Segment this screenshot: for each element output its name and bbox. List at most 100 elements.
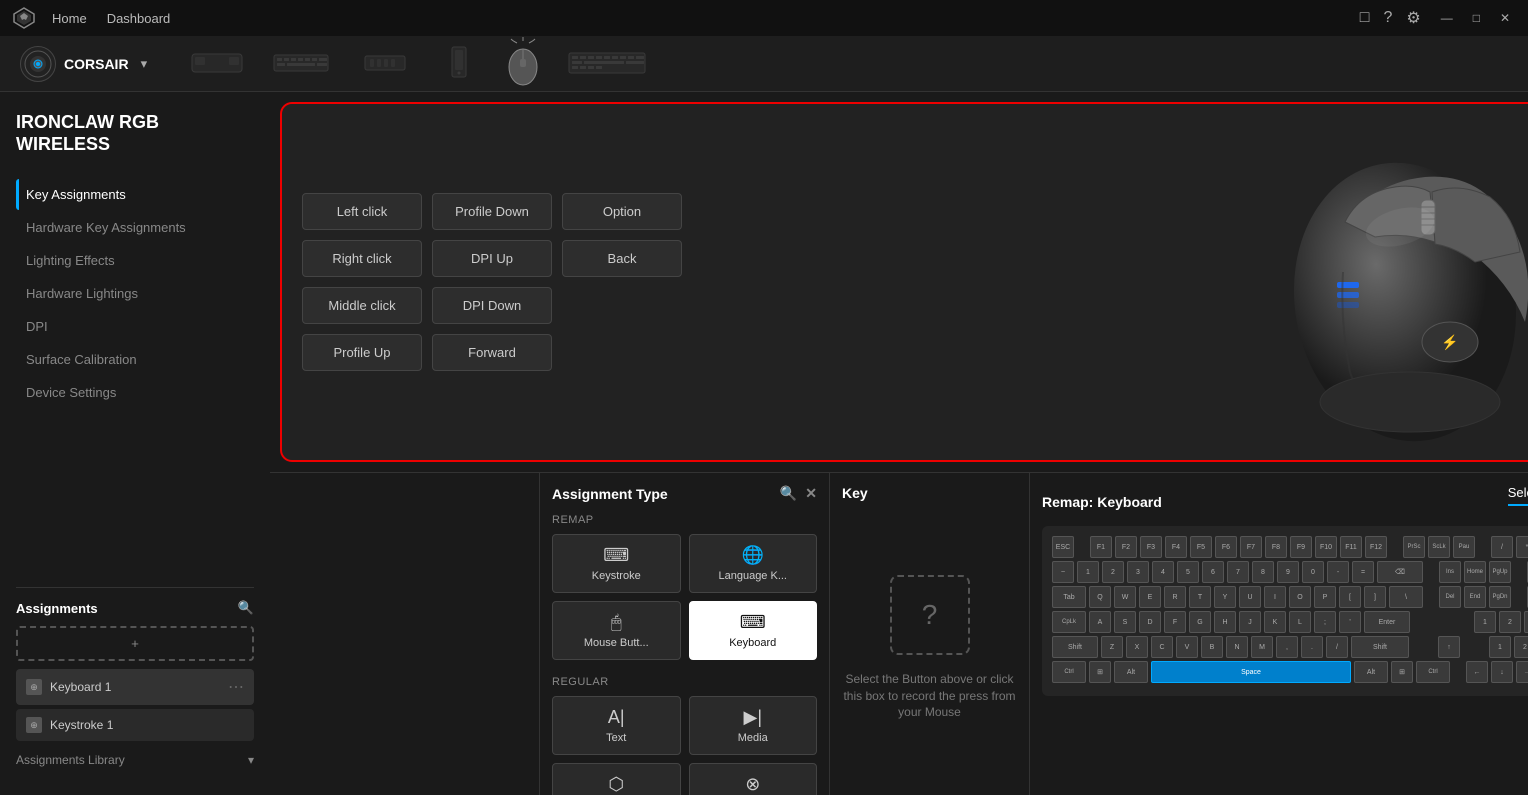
key-e[interactable]: E	[1139, 586, 1161, 608]
key-f7[interactable]: F7	[1240, 536, 1262, 558]
tab-selection[interactable]: Selection	[1508, 485, 1528, 506]
key-l[interactable]: L	[1289, 611, 1311, 633]
key-m[interactable]: M	[1251, 636, 1273, 658]
key-0[interactable]: 0	[1302, 561, 1324, 583]
sidebar-item-key-assignments[interactable]: Key Assignments	[16, 179, 254, 210]
nav-home[interactable]: Home	[52, 11, 87, 26]
key-tab[interactable]: Tab	[1052, 586, 1086, 608]
key-scrlk[interactable]: ScLk	[1428, 536, 1450, 558]
key-q[interactable]: Q	[1089, 586, 1111, 608]
key-c[interactable]: C	[1151, 636, 1173, 658]
device-mouse[interactable]	[503, 37, 543, 90]
settings-icon[interactable]: ⚙	[1406, 8, 1420, 28]
left-click-button[interactable]: Left click	[302, 193, 422, 230]
key-minus[interactable]: -	[1327, 561, 1349, 583]
profile-up-button[interactable]: Profile Up	[302, 334, 422, 371]
type-media[interactable]: ▶| Media	[689, 696, 818, 755]
key-del[interactable]: Del	[1439, 586, 1461, 608]
key-lbracket[interactable]: [	[1339, 586, 1361, 608]
key-capslock[interactable]: CpLk	[1052, 611, 1086, 633]
sidebar-item-hardware-lightings[interactable]: Hardware Lightings	[16, 278, 254, 309]
device-headset[interactable]	[187, 46, 247, 81]
device-hub[interactable]	[355, 46, 415, 81]
key-g[interactable]: G	[1189, 611, 1211, 633]
close-button[interactable]: ✕	[1494, 9, 1516, 27]
add-profile-button[interactable]: +	[16, 626, 254, 661]
key-j[interactable]: J	[1239, 611, 1261, 633]
sidebar-item-device-settings[interactable]: Device Settings	[16, 377, 254, 408]
key-9[interactable]: 9	[1277, 561, 1299, 583]
key-end[interactable]: End	[1464, 586, 1486, 608]
key-equals[interactable]: =	[1352, 561, 1374, 583]
profile-menu-icon[interactable]: ⋯	[228, 677, 244, 697]
device-keyboard-flat[interactable]	[271, 46, 331, 81]
key-nm2[interactable]: 2	[1499, 611, 1521, 633]
key-pgdn[interactable]: PgDn	[1489, 586, 1511, 608]
key-pgup[interactable]: PgUp	[1489, 561, 1511, 583]
key-nm1[interactable]: 1	[1474, 611, 1496, 633]
key-down[interactable]: ↓	[1491, 661, 1513, 683]
key-rbracket[interactable]: ]	[1364, 586, 1386, 608]
key-f12[interactable]: F12	[1365, 536, 1387, 558]
key-left[interactable]: ←	[1466, 661, 1488, 683]
key-nm-2[interactable]: 2	[1514, 636, 1528, 658]
sidebar-item-dpi[interactable]: DPI	[16, 311, 254, 342]
key-prtsc[interactable]: PrSc	[1403, 536, 1425, 558]
type-text[interactable]: A| Text	[552, 696, 681, 755]
key-enter[interactable]: Enter	[1364, 611, 1410, 633]
key-7[interactable]: 7	[1227, 561, 1249, 583]
key-nm-mul[interactable]: *	[1516, 536, 1528, 558]
key-f5[interactable]: F5	[1190, 536, 1212, 558]
type-keyboard[interactable]: ⌨ Keyboard	[689, 601, 818, 660]
key-f9[interactable]: F9	[1290, 536, 1312, 558]
key-a[interactable]: A	[1089, 611, 1111, 633]
key-pause[interactable]: Pau	[1453, 536, 1475, 558]
key-h[interactable]: H	[1214, 611, 1236, 633]
profile-down-button[interactable]: Profile Down	[432, 193, 552, 230]
key-u[interactable]: U	[1239, 586, 1261, 608]
key-nm-div[interactable]: /	[1491, 536, 1513, 558]
type-mouse-butt[interactable]: 🖱 Mouse Butt...	[552, 601, 681, 660]
key-rshift[interactable]: Shift	[1351, 636, 1409, 658]
key-5[interactable]: 5	[1177, 561, 1199, 583]
device-large-keyboard[interactable]	[567, 46, 647, 81]
key-f[interactable]: F	[1164, 611, 1186, 633]
key-lwin[interactable]: ⊞	[1089, 661, 1111, 683]
key-8[interactable]: 8	[1252, 561, 1274, 583]
key-o[interactable]: O	[1289, 586, 1311, 608]
key-up[interactable]: ↑	[1438, 636, 1460, 658]
key-t[interactable]: T	[1189, 586, 1211, 608]
key-nm3[interactable]: 3	[1524, 611, 1528, 633]
key-rwin[interactable]: ⊞	[1391, 661, 1413, 683]
key-f10[interactable]: F10	[1315, 536, 1337, 558]
type-language-k[interactable]: 🌐 Language K...	[689, 534, 818, 593]
profile-item-keystroke1[interactable]: ⊕ Keystroke 1	[16, 709, 254, 741]
assignment-type-close-icon[interactable]: ✕	[805, 485, 817, 502]
key-ralt[interactable]: Alt	[1354, 661, 1388, 683]
key-f11[interactable]: F11	[1340, 536, 1362, 558]
sidebar-item-surface-calibration[interactable]: Surface Calibration	[16, 344, 254, 375]
key-i[interactable]: I	[1264, 586, 1286, 608]
key-space[interactable]: Space	[1151, 661, 1351, 683]
key-right[interactable]: →	[1516, 661, 1528, 683]
assignments-library[interactable]: Assignments Library ▾	[16, 745, 254, 775]
sidebar-item-lighting-effects[interactable]: Lighting Effects	[16, 245, 254, 276]
key-6[interactable]: 6	[1202, 561, 1224, 583]
key-backslash[interactable]: \	[1389, 586, 1423, 608]
key-z[interactable]: Z	[1101, 636, 1123, 658]
key-nm-1[interactable]: 1	[1489, 636, 1511, 658]
key-k[interactable]: K	[1264, 611, 1286, 633]
key-v[interactable]: V	[1176, 636, 1198, 658]
type-disable[interactable]: ⊗ Disable	[689, 763, 818, 795]
key-2[interactable]: 2	[1102, 561, 1124, 583]
key-esc[interactable]: ESC	[1052, 536, 1074, 558]
key-w[interactable]: W	[1114, 586, 1136, 608]
right-click-button[interactable]: Right click	[302, 240, 422, 277]
key-f1[interactable]: F1	[1090, 536, 1112, 558]
key-1[interactable]: 1	[1077, 561, 1099, 583]
key-p[interactable]: P	[1314, 586, 1336, 608]
key-4[interactable]: 4	[1152, 561, 1174, 583]
key-rctrl[interactable]: Ctrl	[1416, 661, 1450, 683]
key-d[interactable]: D	[1139, 611, 1161, 633]
brand-dropdown-icon[interactable]: ▾	[141, 56, 148, 72]
